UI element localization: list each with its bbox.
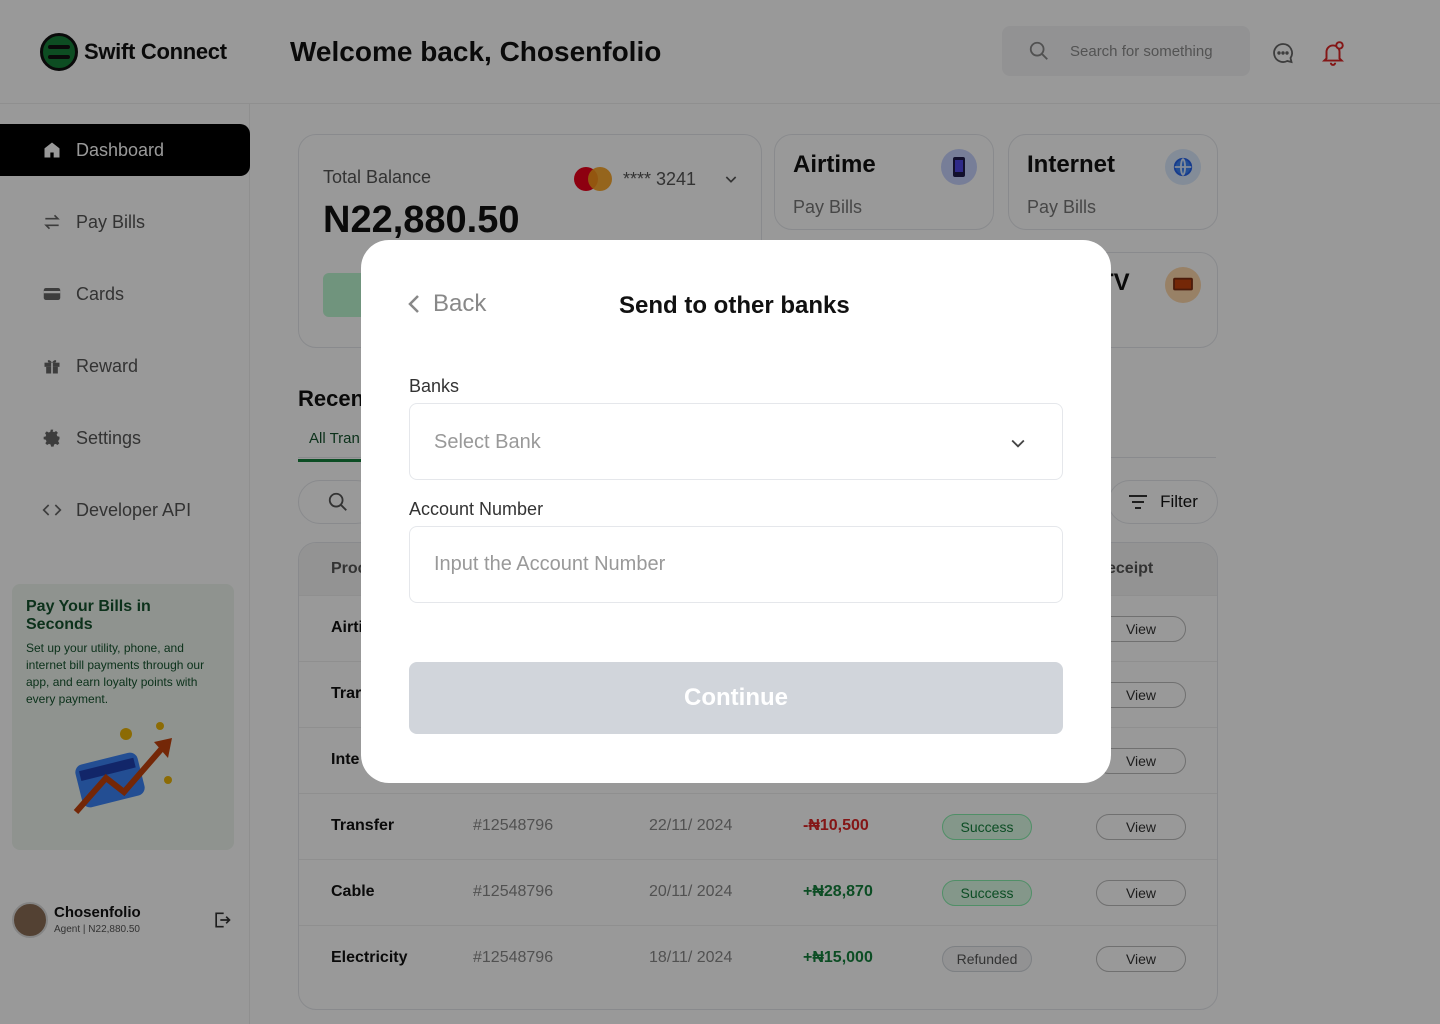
account-number-input[interactable]	[410, 527, 1062, 602]
continue-button[interactable]: Continue	[409, 662, 1063, 734]
banks-label: Banks	[409, 376, 460, 396]
chevron-left-icon	[408, 295, 419, 313]
send-to-other-banks-modal: Back Send to other banks Banks Select Ba…	[361, 240, 1111, 783]
account-number-field[interactable]	[409, 526, 1063, 603]
modal-title: Send to other banks	[619, 292, 850, 319]
back-label: Back	[433, 290, 487, 317]
account-number-label: Account Number	[409, 499, 544, 519]
bank-select-field[interactable]: Select Bank	[409, 403, 1063, 480]
back-button[interactable]: Back	[407, 290, 486, 318]
bank-select[interactable]: Select Bank	[410, 404, 1062, 479]
